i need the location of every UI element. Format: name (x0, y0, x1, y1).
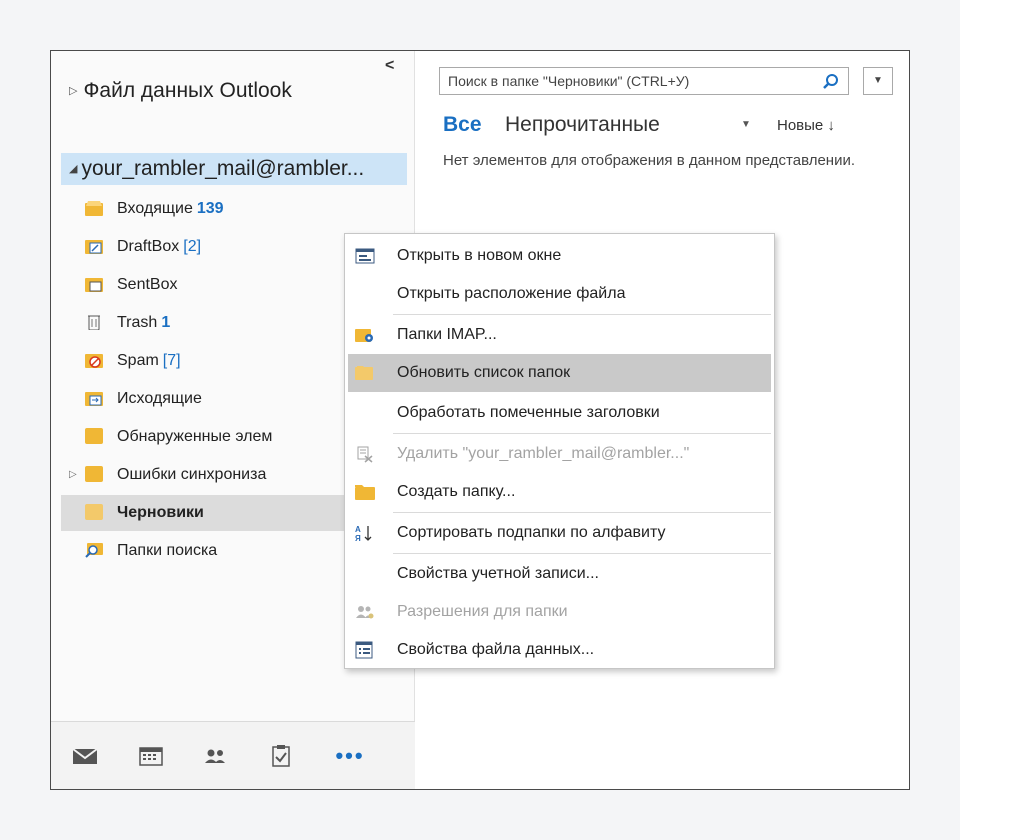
sort-by-newest[interactable]: Новые ↓ (777, 117, 835, 134)
tasks-icon[interactable] (267, 744, 295, 768)
search-scope-dropdown[interactable]: ▼ (863, 67, 893, 95)
folder-icon (85, 466, 103, 482)
unread-count: 1 (161, 314, 171, 331)
folder-label: Исходящие (117, 390, 202, 407)
context-menu: Открыть в новом окне Открыть расположени… (344, 233, 775, 669)
menu-item-label: Открыть в новом окне (397, 247, 562, 264)
sent-folder-icon (85, 278, 103, 292)
menu-item-new-folder[interactable]: Создать папку... (345, 473, 774, 511)
account-node[interactable]: ◢ your_rambler_mail@rambler... (61, 153, 407, 185)
folder-label: Папки поиска (117, 542, 218, 559)
expand-triangle-icon[interactable]: ▷ (69, 457, 77, 493)
search-icon[interactable] (822, 73, 840, 91)
imap-folders-icon (355, 329, 373, 342)
people-icon[interactable] (201, 744, 229, 768)
menu-item-process-headers[interactable]: Обработать помеченные заголовки (345, 394, 774, 432)
menu-item-label: Удалить "your_rambler_mail@rambler..." (397, 445, 690, 462)
drafts-folder-icon (85, 240, 103, 254)
collapse-triangle-icon[interactable]: ◢ (69, 163, 77, 175)
menu-item-label: Обработать помеченные заголовки (397, 404, 660, 421)
refresh-folders-icon (355, 366, 373, 380)
data-file-label: Файл данных Outlook (83, 79, 292, 102)
open-window-icon (355, 248, 375, 264)
menu-item-open-file-location[interactable]: Открыть расположение файла (345, 275, 774, 313)
unread-count: 139 (196, 200, 224, 217)
folder-label: Trash 1 (117, 314, 171, 331)
menu-item-label: Открыть расположение файла (397, 285, 626, 302)
svg-text:Я: Я (355, 534, 361, 542)
menu-item-folder-permissions[interactable]: Разрешения для папки (345, 593, 774, 631)
folder-icon (85, 428, 103, 444)
menu-item-label: Разрешения для папки (397, 603, 568, 620)
expand-triangle-icon[interactable]: ▷ (69, 85, 77, 97)
menu-item-account-properties[interactable]: Свойства учетной записи... (345, 555, 774, 593)
more-icon[interactable]: ••• (333, 744, 367, 768)
menu-separator (393, 314, 771, 315)
collapse-pane-button[interactable]: < (385, 57, 394, 75)
filter-dropdown-icon[interactable]: ▼ (741, 119, 751, 130)
folder-inbox[interactable]: Входящие 139 (51, 191, 415, 227)
menu-item-open-new-window[interactable]: Открыть в новом окне (345, 237, 774, 275)
folder-label: Ошибки синхрониза (117, 466, 267, 483)
menu-separator (393, 433, 771, 434)
search-folder-icon (85, 543, 103, 558)
menu-separator (393, 512, 771, 513)
draft-count: [2] (183, 238, 202, 255)
background-strip (960, 0, 1024, 840)
menu-item-label: Свойства файла данных... (397, 641, 595, 658)
menu-item-label: Свойства учетной записи... (397, 565, 599, 582)
permissions-icon (356, 606, 374, 619)
menu-item-label: Создать папку... (397, 483, 516, 500)
menu-item-sort-subfolders[interactable]: АЯ Сортировать подпапки по алфавиту (345, 514, 774, 552)
trash-icon (88, 315, 100, 330)
filter-unread-tab[interactable]: Непрочитанные (505, 113, 660, 137)
search-input[interactable]: Поиск в папке "Черновики" (CTRL+У) (439, 67, 849, 95)
sort-az-icon: АЯ (355, 525, 372, 542)
inbox-folder-icon (85, 201, 103, 216)
search-placeholder: Поиск в папке "Черновики" (CTRL+У) (448, 73, 690, 89)
data-file-node[interactable]: ▷ Файл данных Outlook (69, 79, 292, 103)
empty-list-message: Нет элементов для отображения в данном п… (442, 152, 856, 169)
folder-label: DraftBox [2] (117, 238, 202, 255)
menu-item-delete-account[interactable]: Удалить "your_rambler_mail@rambler..." (345, 435, 774, 473)
menu-item-label: Сортировать подпапки по алфавиту (397, 524, 666, 541)
chevron-down-icon: ▼ (873, 75, 883, 86)
folder-label: SentBox (117, 276, 178, 293)
menu-separator (393, 553, 771, 554)
spam-folder-icon (85, 354, 103, 368)
calendar-icon[interactable] (137, 744, 165, 768)
folder-icon (85, 504, 103, 520)
menu-item-refresh-folders[interactable]: Обновить список папок (348, 354, 771, 392)
menu-item-imap-folders[interactable]: Папки IMAP... (345, 316, 774, 354)
account-label: your_rambler_mail@rambler... (81, 157, 365, 180)
new-folder-icon (355, 485, 375, 500)
folder-label: Spam [7] (117, 352, 181, 369)
filter-all-tab[interactable]: Все (443, 113, 482, 137)
mail-icon[interactable] (71, 744, 99, 768)
delete-icon (357, 446, 373, 463)
outbox-folder-icon (85, 392, 103, 406)
svg-text:А: А (355, 525, 361, 534)
menu-item-data-file-properties[interactable]: Свойства файла данных... (345, 631, 774, 669)
folder-label: Черновики (117, 504, 204, 521)
spam-count: [7] (162, 352, 181, 369)
outlook-window: < ▷ Файл данных Outlook ◢ your_rambler_mai… (50, 50, 910, 790)
navigation-bar: ••• (51, 721, 415, 789)
data-file-properties-icon (355, 641, 373, 659)
menu-item-label: Папки IMAP... (397, 326, 497, 343)
folder-label: Обнаруженные элем (117, 428, 273, 445)
menu-item-label: Обновить список папок (397, 364, 571, 381)
folder-label: Входящие 139 (117, 200, 224, 217)
